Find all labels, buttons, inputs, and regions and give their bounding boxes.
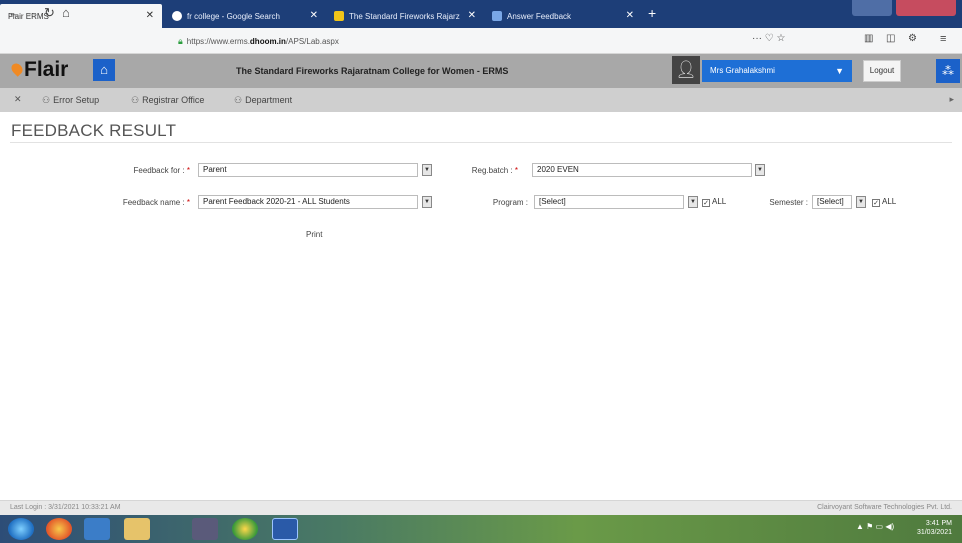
tab-flair-erms[interactable]: Flair ERMS ✕ <box>0 4 162 28</box>
url-suffix: /APS/Lab.aspx <box>285 37 339 46</box>
url-domain: dhoom.in <box>249 37 286 46</box>
home-icon: ⌂ <box>100 62 108 77</box>
logout-button[interactable]: Logout <box>863 60 901 82</box>
lock-icon: 🔒︎ <box>178 36 183 46</box>
menu-item-label: Error Setup <box>53 95 100 105</box>
sidebar-icon[interactable]: ◫ <box>886 33 895 44</box>
dropdown-arrow-icon[interactable]: ▼ <box>688 196 698 208</box>
college-name: The Standard Fireworks Rajaratnam Colleg… <box>236 66 509 76</box>
clock-time: 3:41 PM <box>925 520 952 527</box>
users-icon: ⚇ <box>131 95 140 105</box>
back-arrow-icon[interactable]: ← <box>8 5 21 20</box>
menu-item-registrar-office[interactable]: ⚇ Registrar Office <box>131 95 204 106</box>
reg-batch-select[interactable]: 2020 EVEN <box>532 163 752 177</box>
tab-answer-feedback[interactable]: Answer Feedback ✕ <box>484 4 642 28</box>
feedback-name-label: Feedback name : * <box>122 198 190 207</box>
semester-label: Semester : <box>769 198 808 207</box>
internet-explorer-icon[interactable] <box>84 518 110 540</box>
url-bar[interactable]: 🔒︎ https://www.erms.dhoom.in/APS/Lab.aspx <box>172 32 792 50</box>
print-link[interactable]: Print <box>306 230 322 239</box>
extension-icon[interactable]: ⚙ <box>908 33 917 44</box>
app-footer: Last Login : 3/31/2021 10:33:21 AM Clair… <box>0 500 962 515</box>
google-favicon-icon <box>172 11 182 21</box>
checkbox-label: ALL <box>712 197 727 206</box>
menu-item-department[interactable]: ⚇ Department <box>234 95 292 106</box>
app-logo[interactable]: Flair <box>24 58 68 82</box>
site-favicon-icon <box>334 11 344 21</box>
home-icon[interactable]: ⌂ <box>62 5 70 20</box>
url-prefix: https://www.erms. <box>186 37 250 46</box>
home-button[interactable]: ⌂ <box>93 59 115 81</box>
users-icon: ⚇ <box>234 95 243 105</box>
program-all-checkbox[interactable]: ✓ ALL <box>702 197 726 207</box>
tab-title: fr college - Google Search <box>187 11 280 21</box>
program-label: Program : <box>492 198 528 207</box>
dropdown-arrow-icon[interactable]: ▼ <box>755 164 765 176</box>
user-name: Mrs Grahalakshmi <box>710 66 775 75</box>
clock-date: 31/03/2021 <box>916 529 952 536</box>
close-menu-icon[interactable]: ✕ <box>14 94 22 105</box>
site-favicon-icon <box>492 11 502 21</box>
menu-item-error-setup[interactable]: ⚇ Error Setup <box>42 95 99 106</box>
tab-google-search[interactable]: fr college - Google Search ✕ <box>164 4 326 28</box>
close-tab-icon[interactable]: ✕ <box>310 10 318 21</box>
start-button-icon[interactable] <box>8 518 34 540</box>
close-tab-icon[interactable]: ✕ <box>146 10 154 21</box>
reg-batch-label: Reg.batch : * <box>471 166 518 175</box>
checkbox-checked-icon: ✓ <box>702 199 710 207</box>
firefox-icon[interactable] <box>46 518 72 540</box>
new-tab-button[interactable]: + <box>648 5 656 21</box>
window-close-button[interactable] <box>896 0 956 16</box>
tab-title: Answer Feedback <box>507 11 572 21</box>
dropdown-arrow-icon[interactable]: ▼ <box>422 164 432 176</box>
library-icon[interactable]: ▥ <box>864 33 873 44</box>
checkbox-label: ALL <box>882 197 897 206</box>
semester-all-checkbox[interactable]: ✓ ALL <box>872 197 896 207</box>
close-tab-icon[interactable]: ✕ <box>468 10 476 21</box>
page-title: FEEDBACK RESULT <box>11 121 177 140</box>
hamburger-menu-icon[interactable]: ≡ <box>940 33 946 45</box>
dropdown-arrow-icon[interactable]: ▼ <box>856 196 866 208</box>
menu-item-label: Registrar Office <box>142 95 205 105</box>
title-divider <box>10 142 952 143</box>
last-login-text: Last Login : 3/31/2021 10:33:21 AM <box>10 504 121 511</box>
program-select[interactable]: [Select] <box>534 195 684 209</box>
user-avatar-icon: 👤︎ <box>672 56 700 84</box>
tab-standard-fireworks[interactable]: The Standard Fireworks Rajarz ✕ <box>326 4 484 28</box>
file-explorer-icon[interactable] <box>124 518 150 540</box>
menu-item-label: Department <box>245 95 293 105</box>
chrome-icon[interactable] <box>232 518 258 540</box>
word-icon[interactable] <box>272 518 298 540</box>
feedback-for-select[interactable]: Parent <box>198 163 418 177</box>
chevron-down-icon: ▼ <box>835 66 844 76</box>
feedback-for-label: Feedback for : * <box>133 166 191 175</box>
user-menu-button[interactable]: Mrs Grahalakshmi ▼ <box>702 60 852 82</box>
semester-select[interactable]: [Select] <box>812 195 852 209</box>
tray-icons[interactable]: ▲ ⚑ ▭ ◀︎) <box>856 522 894 531</box>
dropdown-arrow-icon[interactable]: ▼ <box>422 196 432 208</box>
tab-title: The Standard Fireworks Rajarz <box>349 11 460 21</box>
reload-icon[interactable]: ↻ <box>44 5 55 21</box>
close-tab-icon[interactable]: ✕ <box>626 10 634 21</box>
media-player-icon[interactable] <box>192 518 218 540</box>
users-icon: ⚇ <box>42 95 51 105</box>
feedback-name-select[interactable]: Parent Feedback 2020-21 - ALL Students <box>198 195 418 209</box>
checkbox-checked-icon: ✓ <box>872 199 880 207</box>
system-clock[interactable]: 3:41 PM 31/03/2021 <box>917 519 952 537</box>
forward-arrow-icon[interactable]: → <box>26 5 39 20</box>
page-actions-icon[interactable]: ··· ♡ ☆ <box>752 33 785 44</box>
apps-grid-button[interactable]: ⁂ <box>936 59 960 83</box>
grid-icon: ⁂ <box>942 64 954 78</box>
window-minimize-button[interactable] <box>852 0 892 16</box>
company-credit: Clairvoyant Software Technologies Pvt. L… <box>817 504 952 511</box>
menu-scroll-right-icon[interactable]: ▸ <box>949 94 954 105</box>
